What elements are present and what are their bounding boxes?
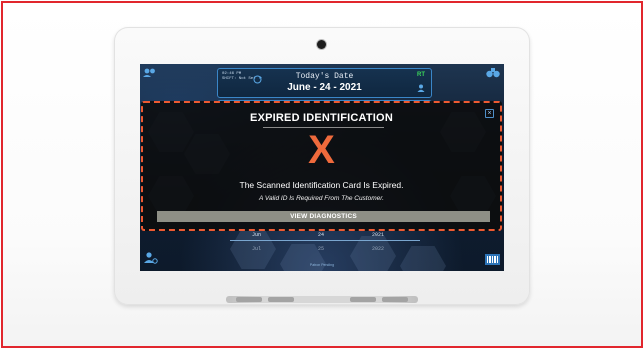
expired-id-alert: EXPIRED IDENTIFICATION × X The Scanned I… xyxy=(141,101,502,231)
stand-slot xyxy=(236,297,262,302)
close-button[interactable]: × xyxy=(485,109,494,118)
rt-badge: RT xyxy=(417,72,425,78)
alert-message: The Scanned Identification Card Is Expir… xyxy=(239,180,404,190)
patron-status: Patron Pending xyxy=(309,263,335,267)
camera-lens xyxy=(317,40,326,49)
date-value: June - 24 - 2021 xyxy=(287,82,362,93)
date-picker[interactable]: Jun 24 2021 Jul 25 2022 xyxy=(230,232,420,256)
picker-year[interactable]: 2021 xyxy=(372,232,384,238)
stand-slot xyxy=(382,297,408,302)
picker-day-next[interactable]: 25 xyxy=(318,246,324,252)
picker-month-next[interactable]: Jul xyxy=(252,246,261,252)
alert-title: EXPIRED IDENTIFICATION xyxy=(250,112,393,124)
date-title: Today's Date xyxy=(295,72,354,81)
stand-slot xyxy=(350,297,376,302)
binoculars-icon[interactable] xyxy=(486,67,500,78)
user-icon[interactable] xyxy=(417,84,425,92)
x-mark-icon: X xyxy=(308,128,335,172)
picker-line xyxy=(230,240,420,241)
alert-sub-message: A Valid ID Is Required From The Customer… xyxy=(259,195,384,202)
todays-date-panel: 02:46 PM SHIFT: Not Set Today's Date Jun… xyxy=(217,68,432,98)
picker-year-next[interactable]: 2022 xyxy=(372,246,384,252)
people-settings-icon[interactable] xyxy=(143,68,157,78)
picker-month[interactable]: Jun xyxy=(252,232,261,238)
view-diagnostics-button[interactable]: VIEW DIAGNOSTICS xyxy=(157,211,490,222)
picker-day[interactable]: 24 xyxy=(318,232,324,238)
stand-slot xyxy=(268,297,294,302)
